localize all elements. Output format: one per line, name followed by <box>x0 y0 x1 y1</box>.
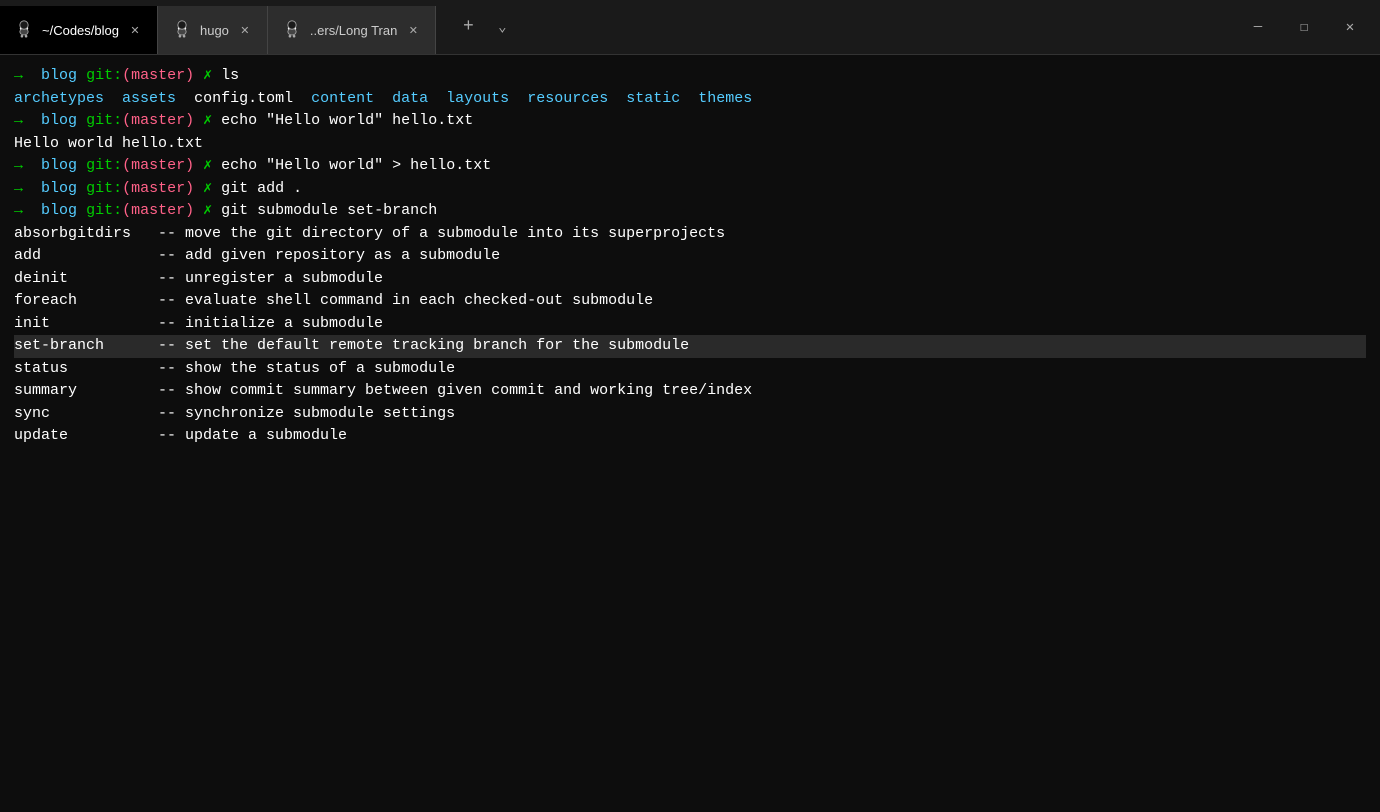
cmd-2: echo "Hello world" hello.txt <box>221 112 473 129</box>
dir-2: blog <box>41 112 77 129</box>
branch-5: (master) <box>122 202 194 219</box>
x-2: ✗ <box>203 112 212 129</box>
dir-config: config.toml <box>194 90 293 107</box>
tab-1-label: ~/Codes/blog <box>42 23 119 38</box>
echo-output: Hello world hello.txt <box>14 133 1366 156</box>
cmd-3: echo "Hello world" > hello.txt <box>221 157 491 174</box>
subcmd-set-branch: set-branch -- set the default remote tra… <box>14 335 1366 358</box>
prompt-line-1: → blog git:(master) ✗ ls <box>14 65 1366 88</box>
arrow-2: → <box>14 112 23 129</box>
git-label-3: git: <box>86 157 122 174</box>
cmd-4: git add . <box>221 180 302 197</box>
tab-3[interactable]: ..ers/Long Tran ✕ <box>268 6 436 54</box>
tab-2-label: hugo <box>200 23 229 38</box>
dir-1: blog <box>41 67 77 84</box>
tabs-area: ~/Codes/blog ✕ hugo ✕ <box>0 0 1228 54</box>
x-3: ✗ <box>203 157 212 174</box>
prompt-line-5: → blog git:(master) ✗ git submodule set-… <box>14 200 1366 223</box>
cmd-5: git submodule set-branch <box>221 202 437 219</box>
git-label-5: git: <box>86 202 122 219</box>
branch-2: (master) <box>122 112 194 129</box>
linux-icon-1 <box>14 20 34 40</box>
dir-data: data <box>392 90 428 107</box>
dir-archetypes: archetypes <box>14 90 104 107</box>
titlebar: ~/Codes/blog ✕ hugo ✕ <box>0 0 1380 55</box>
git-label-1: git: <box>86 67 122 84</box>
dropdown-button[interactable]: ⌄ <box>488 13 516 41</box>
branch-3: (master) <box>122 157 194 174</box>
linux-icon-3 <box>282 20 302 40</box>
subcmd-update: update -- update a submodule <box>14 425 1366 448</box>
branch-1: (master) <box>122 67 194 84</box>
ls-output: archetypes assets config.toml content da… <box>14 88 1366 111</box>
dir-content: content <box>311 90 374 107</box>
dir-5: blog <box>41 202 77 219</box>
tab-1[interactable]: ~/Codes/blog ✕ <box>0 6 158 54</box>
subcmd-summary: summary -- show commit summary between g… <box>14 380 1366 403</box>
tab-3-label: ..ers/Long Tran <box>310 23 397 38</box>
x-1: ✗ <box>203 67 212 84</box>
dir-layouts: layouts <box>446 90 509 107</box>
terminal[interactable]: → blog git:(master) ✗ ls archetypes asse… <box>0 55 1380 812</box>
branch-4: (master) <box>122 180 194 197</box>
dir-themes: themes <box>698 90 752 107</box>
arrow-5: → <box>14 202 23 219</box>
subcmd-foreach: foreach -- evaluate shell command in eac… <box>14 290 1366 313</box>
subcmd-add: add -- add given repository as a submodu… <box>14 245 1366 268</box>
new-tab-button[interactable]: + <box>452 11 484 43</box>
titlebar-buttons: + ⌄ <box>436 0 532 54</box>
arrow-1: → <box>14 67 23 84</box>
minimize-button[interactable]: — <box>1236 11 1280 43</box>
tab-3-close[interactable]: ✕ <box>405 22 421 38</box>
subcmd-status: status -- show the status of a submodule <box>14 358 1366 381</box>
subcmd-sync: sync -- synchronize submodule settings <box>14 403 1366 426</box>
subcmd-deinit: deinit -- unregister a submodule <box>14 268 1366 291</box>
dir-static: static <box>626 90 680 107</box>
git-label-2: git: <box>86 112 122 129</box>
prompt-line-4: → blog git:(master) ✗ git add . <box>14 178 1366 201</box>
maximize-button[interactable]: ☐ <box>1282 11 1326 43</box>
tab-2[interactable]: hugo ✕ <box>158 6 268 54</box>
window-controls: — ☐ ✕ <box>1228 11 1380 43</box>
arrow-3: → <box>14 157 23 174</box>
subcmd-init: init -- initialize a submodule <box>14 313 1366 336</box>
prompt-line-2: → blog git:(master) ✗ echo "Hello world"… <box>14 110 1366 133</box>
x-5: ✗ <box>203 202 212 219</box>
prompt-line-3: → blog git:(master) ✗ echo "Hello world"… <box>14 155 1366 178</box>
dir-resources: resources <box>527 90 608 107</box>
dir-assets: assets <box>122 90 176 107</box>
dir-4: blog <box>41 180 77 197</box>
tab-2-close[interactable]: ✕ <box>237 22 253 38</box>
x-4: ✗ <box>203 180 212 197</box>
dir-3: blog <box>41 157 77 174</box>
git-label-4: git: <box>86 180 122 197</box>
cmd-1: ls <box>221 67 239 84</box>
subcmd-absorbgitdirs: absorbgitdirs -- move the git directory … <box>14 223 1366 246</box>
arrow-4: → <box>14 180 23 197</box>
linux-icon-2 <box>172 20 192 40</box>
close-button[interactable]: ✕ <box>1328 11 1372 43</box>
tab-1-close[interactable]: ✕ <box>127 22 143 38</box>
